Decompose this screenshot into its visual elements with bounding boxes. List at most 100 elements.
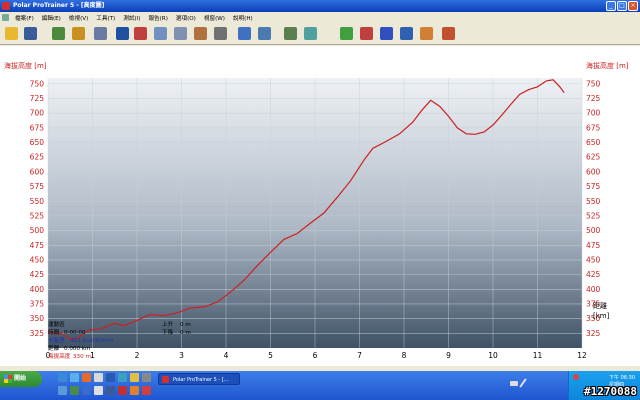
chart-columns-icon bbox=[214, 27, 227, 40]
maximize-button[interactable]: □ bbox=[617, 1, 627, 11]
y-tick-label-left: 750 bbox=[30, 79, 45, 88]
watermark-id: #1270088 bbox=[584, 385, 637, 398]
y-tick-label-left: 625 bbox=[30, 153, 45, 162]
clock-time: 下午 06:30 bbox=[609, 375, 635, 381]
medal-button[interactable] bbox=[70, 25, 87, 42]
waves-button[interactable] bbox=[302, 25, 319, 42]
ie-icon[interactable] bbox=[58, 373, 67, 382]
excel-icon[interactable] bbox=[70, 386, 79, 395]
graph-button[interactable] bbox=[398, 25, 415, 42]
minimize-button[interactable]: _ bbox=[606, 1, 616, 11]
y-tick-label-left: 700 bbox=[30, 109, 45, 118]
facebook-icon[interactable] bbox=[106, 386, 115, 395]
menu-options[interactable]: 選項(O) bbox=[172, 14, 200, 22]
window-title: Polar ProTrainer 5 - [高度圖] bbox=[13, 2, 105, 9]
pen-tray-icon[interactable] bbox=[519, 378, 527, 388]
polar-icon[interactable] bbox=[142, 386, 151, 395]
x-tick-label: 6 bbox=[313, 351, 318, 360]
tray-alert-icon[interactable] bbox=[573, 374, 579, 380]
blue-bars-button[interactable] bbox=[378, 25, 395, 42]
pen-icon bbox=[134, 27, 147, 40]
taskbar-app-polar[interactable]: Polar ProTrainer 5 - [... bbox=[158, 373, 240, 385]
y-tick-label-left: 375 bbox=[30, 299, 45, 308]
y-tick-label-left: 425 bbox=[30, 270, 45, 279]
x-axis-unit: [km] bbox=[593, 312, 610, 320]
y-tick-label-right: 400 bbox=[586, 285, 601, 294]
zoom-button[interactable] bbox=[236, 25, 253, 42]
window-controls: _ □ × bbox=[606, 1, 638, 11]
stat-time-label: 時間 bbox=[48, 328, 60, 336]
calendar-grid-button[interactable] bbox=[92, 25, 109, 42]
y-tick-label-right: 650 bbox=[586, 138, 601, 147]
y-tick-label-left: 575 bbox=[30, 182, 45, 191]
y-tick-label-right: 625 bbox=[586, 153, 601, 162]
chart-area-button[interactable] bbox=[152, 25, 169, 42]
word-icon[interactable] bbox=[106, 373, 115, 382]
y-tick-label-right: 550 bbox=[586, 197, 601, 206]
stat-calories-label: 卡路里 bbox=[48, 336, 65, 344]
app-icon bbox=[2, 2, 10, 10]
menu-tools[interactable]: 工具(T) bbox=[92, 14, 119, 22]
y-tick-label-right: 525 bbox=[586, 211, 601, 220]
green-bars-button[interactable] bbox=[338, 25, 355, 42]
y-tick-label-right: 675 bbox=[586, 123, 601, 132]
notepad-icon[interactable] bbox=[94, 386, 103, 395]
folder-icon[interactable] bbox=[130, 373, 139, 382]
start-button[interactable]: 開始 bbox=[0, 371, 42, 387]
menu-view[interactable]: 檢視(V) bbox=[65, 14, 92, 22]
chart-bars-button[interactable] bbox=[172, 25, 189, 42]
messenger-icon[interactable] bbox=[82, 386, 91, 395]
menu-file[interactable]: 檔案(F) bbox=[11, 14, 38, 22]
x-tick-label: 8 bbox=[402, 351, 407, 360]
hill-button[interactable] bbox=[282, 25, 299, 42]
zoom-out-button[interactable] bbox=[256, 25, 273, 42]
blue-bars-icon bbox=[380, 27, 393, 40]
save-disk-icon bbox=[24, 27, 37, 40]
stat-descent-value: 0 m bbox=[180, 330, 191, 336]
chart-percent-button[interactable] bbox=[192, 25, 209, 42]
app-quicklaunch-icon[interactable] bbox=[118, 373, 127, 382]
red-bars-button[interactable] bbox=[358, 25, 375, 42]
settings-icon[interactable] bbox=[94, 373, 103, 382]
menu-window[interactable]: 視窗(W) bbox=[200, 14, 229, 22]
y-tick-label-left: 550 bbox=[30, 197, 45, 206]
windows-logo-icon bbox=[4, 375, 12, 383]
y-tick-label-right: 325 bbox=[586, 329, 601, 338]
y-tick-label-left: 350 bbox=[30, 314, 45, 323]
x-tick-label: 5 bbox=[268, 351, 273, 360]
open-folder-button[interactable] bbox=[3, 25, 20, 42]
y-tick-label-left: 725 bbox=[30, 94, 45, 103]
chart-bars-icon bbox=[174, 27, 187, 40]
chart-percent-icon bbox=[194, 27, 207, 40]
y-tick-label-right: 700 bbox=[586, 109, 601, 118]
record-icon[interactable] bbox=[118, 386, 127, 395]
photo-icon[interactable] bbox=[130, 386, 139, 395]
media-icon[interactable] bbox=[58, 386, 67, 395]
y-tick-label-right: 750 bbox=[586, 79, 601, 88]
people-button[interactable] bbox=[440, 25, 457, 42]
blue-book-button[interactable] bbox=[114, 25, 131, 42]
pen-button[interactable] bbox=[132, 25, 149, 42]
menu-edit[interactable]: 編輯(E) bbox=[38, 14, 65, 22]
y-axis-label-right: 海拔高度 [m] bbox=[586, 61, 629, 70]
close-button[interactable]: × bbox=[628, 1, 638, 11]
stat-ascent-label: 上升 bbox=[162, 320, 174, 328]
menu-help[interactable]: 說明(H) bbox=[229, 14, 257, 22]
y-tick-label-left: 600 bbox=[30, 167, 45, 176]
save-disk-button[interactable] bbox=[22, 25, 39, 42]
ftp-add-button[interactable] bbox=[50, 25, 67, 42]
tool-icon[interactable] bbox=[142, 373, 151, 382]
menu-test[interactable]: 測試(I) bbox=[119, 14, 144, 22]
altitude-chart: 3253503754004254504755005255505756006256… bbox=[4, 61, 629, 360]
orange-bars-button[interactable] bbox=[418, 25, 435, 42]
x-tick-label: 2 bbox=[135, 351, 140, 360]
show-desktop-icon[interactable] bbox=[70, 373, 79, 382]
stat-time-value: 0:00:00 bbox=[64, 330, 86, 336]
chart-columns-button[interactable] bbox=[212, 25, 229, 42]
menu-report[interactable]: 報告(R) bbox=[144, 14, 171, 22]
graph-icon bbox=[400, 27, 413, 40]
y-tick-label-right: 475 bbox=[586, 241, 601, 250]
firefox-icon[interactable] bbox=[82, 373, 91, 382]
calendar-grid-icon bbox=[94, 27, 107, 40]
keyboard-icon[interactable] bbox=[510, 381, 518, 386]
